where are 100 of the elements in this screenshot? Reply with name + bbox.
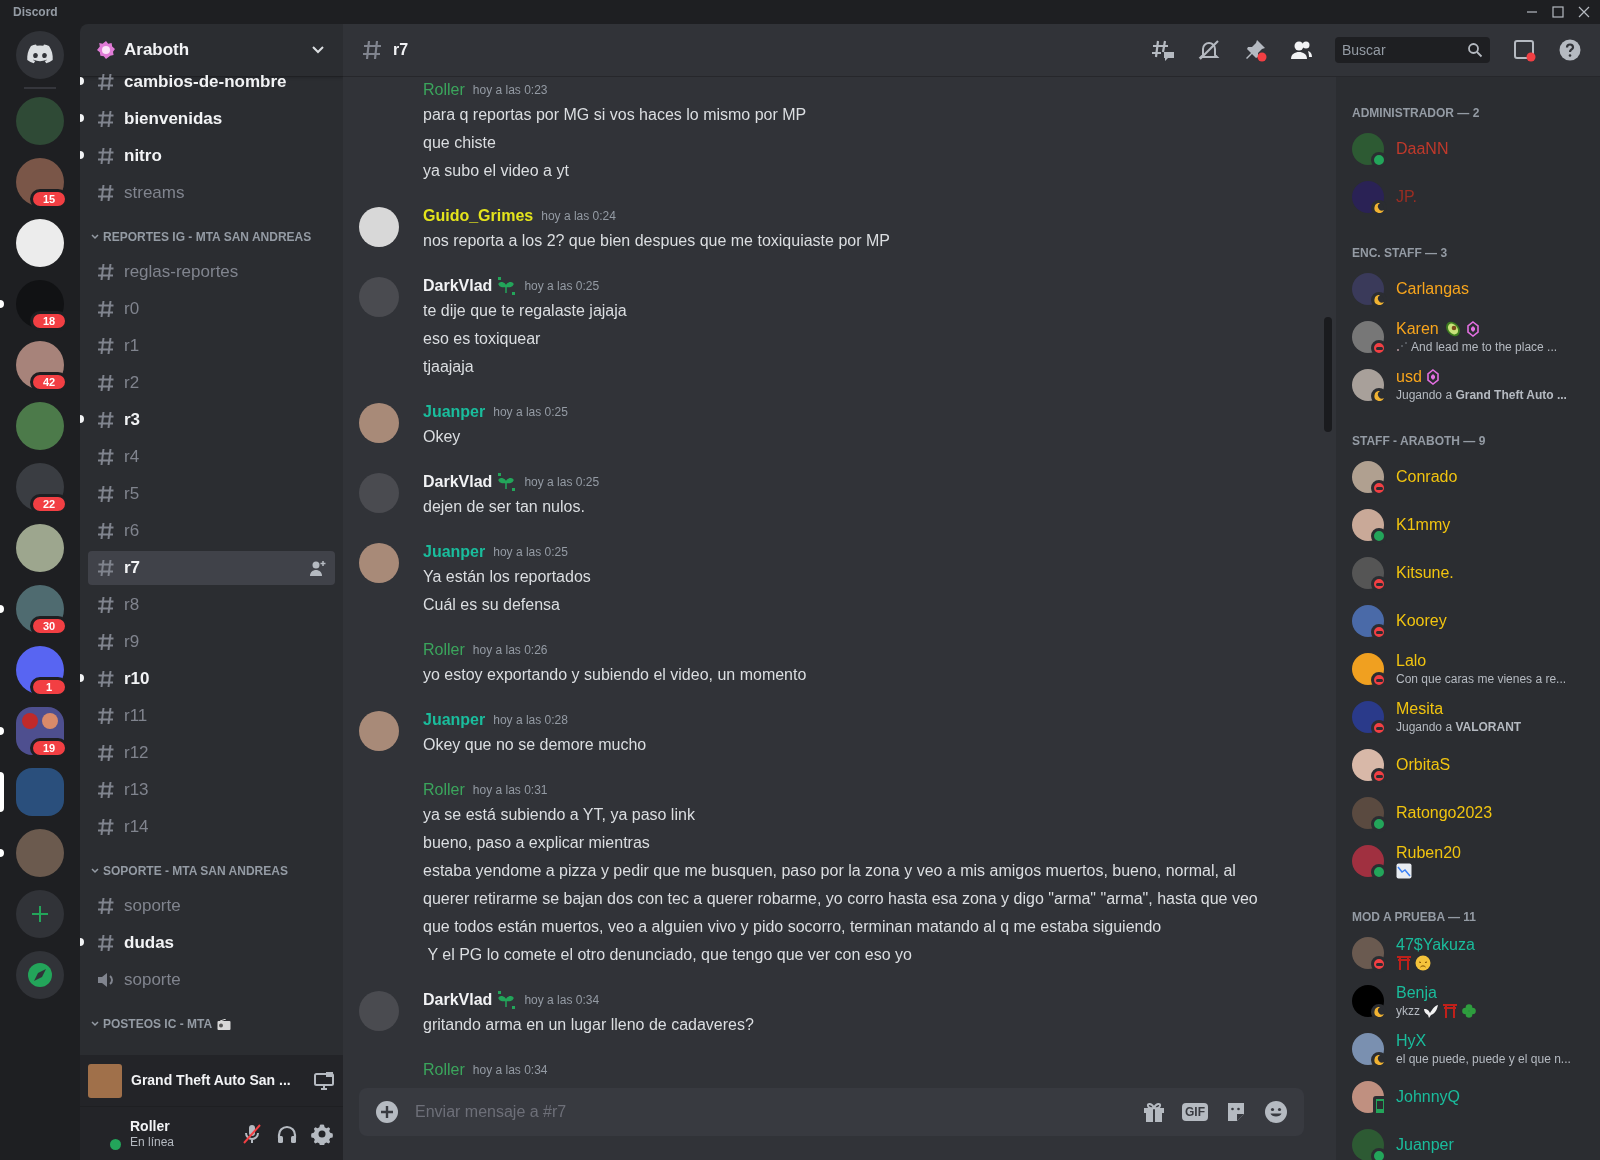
screen-share-icon[interactable] (313, 1070, 335, 1091)
author-name[interactable]: Roller (423, 778, 465, 802)
chevron-icon[interactable] (90, 866, 100, 876)
mini-server-icon (22, 713, 38, 729)
user-avatar[interactable] (359, 403, 399, 443)
emoji-icon[interactable] (1264, 1100, 1288, 1124)
member-item[interactable]: Mesita Jugando a VALORANT (1352, 696, 1592, 738)
member-item[interactable]: Kitsune. (1352, 552, 1592, 594)
search-field[interactable]: Buscar (1335, 37, 1490, 63)
server-icon[interactable] (16, 524, 64, 572)
user-avatar (1352, 985, 1384, 1017)
channel-title: r7 (393, 40, 410, 60)
channel-item[interactable]: r3 (88, 402, 335, 437)
author-name[interactable]: Juanper (423, 708, 486, 732)
gif-button[interactable]: GIF (1182, 1103, 1208, 1121)
threads-icon[interactable] (1151, 38, 1175, 62)
member-item[interactable]: Karen And lead me to the place ... (1352, 316, 1592, 358)
category-label[interactable]: REPORTES IG - MTA SAN ANDREAS (103, 228, 312, 246)
channel-item[interactable]: r2 (88, 365, 335, 400)
add-server-button[interactable] (16, 890, 64, 938)
activity-panel[interactable]: Grand Theft Auto San ... (80, 1055, 343, 1107)
help-icon[interactable] (1558, 38, 1582, 62)
member-item[interactable]: Carlangas (1352, 268, 1592, 310)
channel-item[interactable]: streams (88, 175, 335, 210)
author-name[interactable]: Guido_Grimes (423, 204, 534, 228)
channel-item[interactable]: bienvenidas (88, 101, 335, 136)
channel-item[interactable]: soporte (88, 888, 335, 923)
member-name: usd (1396, 367, 1422, 387)
settings-icon[interactable] (311, 1122, 333, 1145)
hashtag-icon (96, 557, 116, 578)
user-avatar (1352, 509, 1384, 541)
member-item[interactable]: Lalo Con que caras me vienes a re... (1352, 648, 1592, 690)
home-button[interactable] (16, 31, 64, 79)
chevron-icon[interactable] (90, 232, 100, 242)
muted-bell-icon[interactable] (1197, 38, 1221, 62)
game-art-placeholder (88, 1063, 122, 1098)
member-name: Koorey (1396, 611, 1447, 631)
member-item[interactable]: Conrado (1352, 456, 1592, 498)
gift-icon[interactable] (1142, 1100, 1166, 1124)
member-item[interactable]: Juanper (1352, 1124, 1592, 1160)
user-avatar[interactable] (359, 543, 399, 583)
member-name: Ratongo2023 (1396, 803, 1493, 823)
hashtag-icon (96, 108, 116, 129)
explore-button[interactable] (16, 951, 64, 999)
channel-item[interactable]: r12 (88, 735, 335, 770)
member-item[interactable]: Ruben20 (1352, 840, 1592, 882)
hashtag-icon (96, 668, 116, 689)
channel-item[interactable]: nitro (88, 138, 335, 173)
author-name[interactable]: DarkVlad (423, 274, 493, 298)
close-icon[interactable] (1578, 6, 1590, 18)
member-item[interactable]: Ratongo2023 (1352, 792, 1592, 834)
channel-item[interactable]: r1 (88, 328, 335, 363)
scrollbar-thumb[interactable] (1324, 317, 1332, 432)
inbox-icon[interactable] (1512, 38, 1536, 62)
user-avatar[interactable] (359, 207, 399, 247)
channel-item[interactable]: r10 (88, 661, 335, 696)
member-item[interactable]: Koorey (1352, 600, 1592, 642)
user-avatar (1352, 653, 1384, 685)
server-icon[interactable] (16, 219, 64, 267)
channel-item[interactable]: r14 (88, 809, 335, 844)
category-label[interactable]: SOPORTE - MTA SAN ANDREAS (103, 862, 288, 880)
member-item[interactable]: HyX el que puede, puede y el que n... (1352, 1028, 1592, 1070)
channel-item[interactable]: r7 (88, 550, 335, 585)
channel-item[interactable]: r4 (88, 439, 335, 474)
channel-item[interactable]: dudas (88, 925, 335, 960)
member-item[interactable]: JohnnyQ (1352, 1076, 1592, 1118)
user-avatar[interactable] (359, 711, 399, 751)
maximize-icon[interactable] (1552, 6, 1564, 18)
author-name[interactable]: DarkVlad (423, 470, 493, 494)
add-member-icon[interactable] (309, 558, 327, 577)
member-item[interactable]: 47$Yakuza (1352, 932, 1592, 974)
author-name[interactable]: Juanper (423, 540, 486, 564)
channel-item[interactable]: r11 (88, 698, 335, 733)
author-name[interactable]: Juanper (423, 400, 486, 424)
message-input[interactable]: Enviar mensaje a #r7 (415, 1100, 1142, 1124)
channel-item[interactable]: r8 (88, 587, 335, 622)
timestamp: hoy a las 0:25 (493, 404, 568, 421)
add-icon[interactable] (375, 1100, 399, 1124)
channel-item[interactable]: r13 (88, 772, 335, 807)
member-item[interactable]: Benja ykzz (1352, 980, 1592, 1022)
author-name[interactable]: Roller (423, 638, 465, 662)
channel-item[interactable]: r6 (88, 513, 335, 548)
channel-item[interactable]: r5 (88, 476, 335, 511)
channel-item[interactable]: r9 (88, 624, 335, 659)
channel-item[interactable]: reglas-reportes (88, 254, 335, 289)
member-item[interactable]: K1mmy (1352, 504, 1592, 546)
hashtag-icon (96, 742, 116, 763)
member-item[interactable]: usd Jugando a Grand Theft Auto ... (1352, 364, 1592, 406)
member-item[interactable]: OrbitaS (1352, 744, 1592, 786)
message-field[interactable]: Enviar mensaje a #r7 GIF (359, 1088, 1304, 1136)
torii-icon (1396, 955, 1412, 971)
muted-mic-icon[interactable] (241, 1122, 263, 1145)
message-text: nos reporta a los 2? que bien despues que me toxiquiaste por MP (423, 231, 891, 251)
channel-item[interactable]: r0 (88, 291, 335, 326)
author-name[interactable]: Roller (423, 1058, 465, 1082)
author-name[interactable]: Roller (423, 78, 465, 102)
author-name[interactable]: DarkVlad (423, 988, 493, 1012)
chevron-icon[interactable] (90, 1019, 100, 1029)
channel-item[interactable]: soporte (88, 962, 335, 997)
category-label[interactable]: POSTEOS IC - MTA (103, 1015, 213, 1033)
